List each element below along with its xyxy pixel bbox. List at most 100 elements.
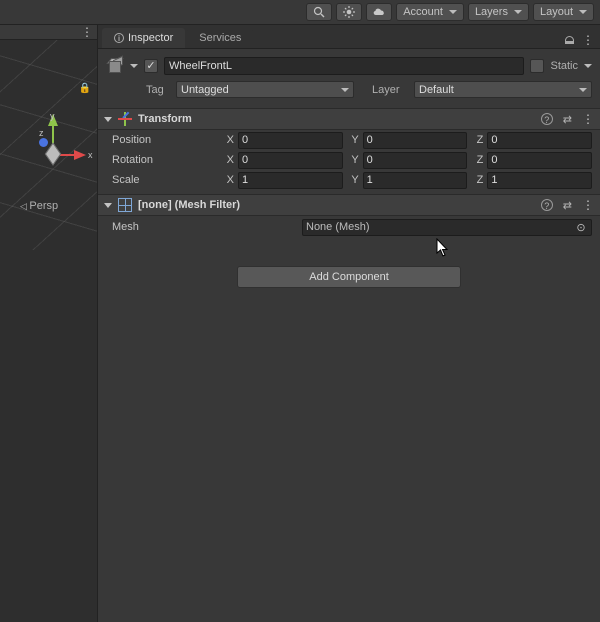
layer-value: Default (419, 84, 454, 96)
layer-dropdown[interactable]: Default (414, 81, 592, 98)
cloud-icon (372, 7, 386, 17)
lock-icon[interactable] (565, 36, 574, 44)
position-row: Position X 0 Y 0 Z 0 (98, 130, 600, 150)
object-picker-icon[interactable]: ⊙ (574, 221, 588, 234)
more-icon[interactable]: ⋮ (582, 39, 594, 42)
tag-dropdown[interactable]: Untagged (176, 81, 354, 98)
tab-inspector-label: Inspector (128, 32, 173, 44)
gameobject-header: ✓ WheelFrontL Static (98, 49, 600, 81)
mesh-filter-header[interactable]: [none] (Mesh Filter) ? ⇄ ⋮ (98, 194, 600, 216)
component-transform: Transform ? ⇄ ⋮ Position X 0 Y 0 Z 0 Rot… (98, 108, 600, 190)
axis-z-label: z (39, 128, 44, 138)
z-label: Z (471, 134, 483, 146)
transform-title: Transform (138, 113, 192, 125)
add-component-button[interactable]: Add Component (237, 266, 461, 288)
tag-layer-row: Tag Untagged Layer Default (98, 81, 600, 104)
add-component-label: Add Component (309, 271, 389, 283)
cloud-button[interactable] (366, 3, 392, 21)
layers-label: Layers (475, 6, 508, 18)
layout-label: Layout (540, 6, 573, 18)
z-label: Z (471, 154, 483, 166)
sun-icon (343, 6, 355, 18)
chevron-down-icon (579, 88, 587, 92)
scale-label: Scale (112, 174, 222, 186)
top-toolbar: Account Layers Layout (0, 0, 600, 25)
layer-label: Layer (372, 84, 410, 96)
position-y-input[interactable]: 0 (363, 132, 468, 149)
preset-icon[interactable]: ⇄ (563, 199, 572, 212)
foldout-icon[interactable] (104, 203, 112, 208)
search-icon (313, 6, 325, 18)
rotation-x-input[interactable]: 0 (238, 152, 343, 169)
tab-services[interactable]: Services (187, 28, 253, 48)
rotation-label: Rotation (112, 154, 222, 166)
position-label: Position (112, 134, 222, 146)
mesh-row: Mesh None (Mesh) ⊙ (98, 216, 600, 238)
transform-icon (118, 112, 132, 126)
tab-inspector[interactable]: i Inspector (102, 28, 185, 48)
mesh-filter-icon (118, 198, 132, 212)
account-label: Account (403, 6, 443, 18)
rotation-y-input[interactable]: 0 (363, 152, 468, 169)
scene-viewport[interactable]: y x z ◁ Persp (0, 40, 97, 250)
help-icon[interactable]: ? (541, 199, 553, 211)
icon-chevron-down[interactable] (130, 64, 138, 68)
x-label: X (222, 174, 234, 186)
scale-row: Scale X 1 Y 1 Z 1 (98, 170, 600, 190)
gizmo-x-axis[interactable] (74, 150, 86, 160)
position-x-input[interactable]: 0 (238, 132, 343, 149)
x-label: X (222, 134, 234, 146)
layers-dropdown[interactable]: Layers (468, 3, 529, 21)
scale-z-input[interactable]: 1 (487, 172, 592, 189)
mesh-filter-title: [none] (Mesh Filter) (138, 199, 240, 211)
y-label: Y (347, 154, 359, 166)
z-label: Z (471, 174, 483, 186)
y-label: Y (347, 174, 359, 186)
gameobject-name-input[interactable]: WheelFrontL (164, 57, 524, 75)
scale-y-input[interactable]: 1 (363, 172, 468, 189)
foldout-icon[interactable] (104, 117, 112, 122)
tab-services-label: Services (199, 32, 241, 44)
more-icon[interactable]: ⋮ (582, 204, 594, 207)
axis-y-label: y (50, 111, 55, 121)
chevron-down-icon (341, 88, 349, 92)
axis-x-label: x (88, 150, 93, 160)
active-checkbox[interactable]: ✓ (144, 59, 158, 73)
scene-view-header: ⋮ (0, 25, 97, 40)
chevron-down-icon (514, 10, 522, 14)
component-mesh-filter: [none] (Mesh Filter) ? ⇄ ⋮ Mesh None (Me… (98, 194, 600, 238)
search-button[interactable] (306, 3, 332, 21)
inspector-panel: i Inspector Services ⋮ ✓ WheelFrontL Sta… (98, 25, 600, 622)
preset-icon[interactable]: ⇄ (563, 113, 572, 126)
gizmo-center[interactable] (45, 142, 61, 165)
tag-label: Tag (146, 84, 172, 96)
account-dropdown[interactable]: Account (396, 3, 464, 21)
rotation-row: Rotation X 0 Y 0 Z 0 (98, 150, 600, 170)
mesh-object-field[interactable]: None (Mesh) ⊙ (302, 219, 592, 236)
gameobject-name: WheelFrontL (169, 60, 232, 72)
more-icon[interactable]: ⋮ (582, 118, 594, 121)
static-dropdown-arrow[interactable] (584, 64, 592, 68)
static-checkbox[interactable] (530, 59, 544, 73)
rotation-z-input[interactable]: 0 (487, 152, 592, 169)
lighting-button[interactable] (336, 3, 362, 21)
gameobject-icon[interactable] (106, 55, 128, 77)
mesh-value: None (Mesh) (306, 221, 370, 233)
scale-x-input[interactable]: 1 (238, 172, 343, 189)
more-icon[interactable]: ⋮ (81, 31, 93, 34)
mesh-label: Mesh (112, 221, 302, 233)
static-label: Static (550, 60, 578, 72)
layout-dropdown[interactable]: Layout (533, 3, 594, 21)
gizmo-z-axis[interactable] (39, 138, 48, 147)
chevron-down-icon (449, 10, 457, 14)
position-z-input[interactable]: 0 (487, 132, 592, 149)
tag-value: Untagged (181, 84, 229, 96)
help-icon[interactable]: ? (541, 113, 553, 125)
transform-header[interactable]: Transform ? ⇄ ⋮ (98, 108, 600, 130)
chevron-down-icon (579, 10, 587, 14)
info-icon: i (114, 33, 124, 43)
scene-view[interactable]: ⋮ 🔒 y x z ◁ Persp (0, 25, 98, 622)
orientation-gizmo[interactable]: y x z (40, 114, 97, 174)
projection-label[interactable]: ◁ Persp (20, 200, 58, 212)
x-label: X (222, 154, 234, 166)
